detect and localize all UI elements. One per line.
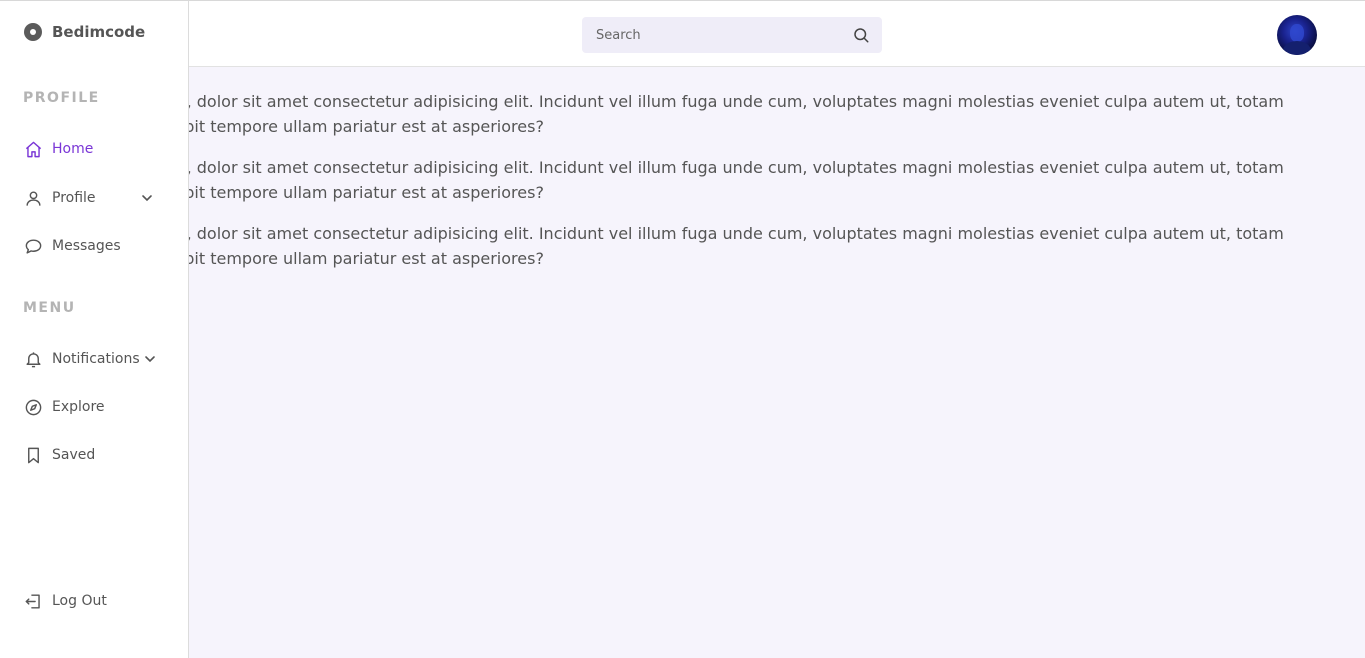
chevron-down-icon[interactable] [141,192,153,204]
search-input[interactable] [582,17,832,53]
content-paragraph: m, dolor sit amet consectetur adipisicin… [171,224,1284,268]
logout-button[interactable]: Log Out [24,589,107,613]
sidebar: Bedimcode PROFILE Home Profile Messages … [0,0,189,658]
sidebar-item-label: Explore [52,399,105,415]
section-title-profile: PROFILE [23,90,100,106]
user-icon [26,190,41,206]
sidebar-item-saved[interactable]: Saved [24,443,95,467]
sidebar-item-home[interactable]: Home [24,137,93,161]
message-icon [25,238,42,254]
main-content: m, dolor sit amet consectetur adipisicin… [0,89,1365,287]
compass-icon [25,399,42,415]
logo-icon [24,23,42,41]
sidebar-item-notifications[interactable]: Notifications [24,347,164,371]
sidebar-item-profile[interactable]: Profile [24,186,160,210]
sidebar-item-label: Messages [52,238,121,254]
search-icon[interactable] [852,26,870,44]
sidebar-item-label: Profile [52,190,96,206]
avatar-face [1290,24,1304,42]
sidebar-item-messages[interactable]: Messages [24,234,121,258]
sidebar-item-label: Saved [52,447,96,463]
bookmark-icon [28,447,39,463]
avatar-shoulders [1283,41,1311,55]
bell-icon [26,351,41,367]
top-header [0,0,1365,67]
sidebar-item-explore[interactable]: Explore [24,395,105,419]
brand-link[interactable]: Bedimcode [24,23,145,41]
section-title-menu: MENU [23,300,76,316]
avatar[interactable] [1277,15,1317,55]
sidebar-item-label: Home [52,141,94,157]
content-paragraph: m, dolor sit amet consectetur adipisicin… [171,158,1284,202]
search-bar[interactable] [582,17,882,53]
chevron-down-icon[interactable] [144,353,156,365]
sidebar-item-label: Notifications [52,351,140,367]
logout-icon [25,593,40,609]
home-icon [25,141,42,157]
brand-name: Bedimcode [52,23,146,41]
content-paragraph: m, dolor sit amet consectetur adipisicin… [171,92,1284,136]
logout-label: Log Out [52,593,107,609]
